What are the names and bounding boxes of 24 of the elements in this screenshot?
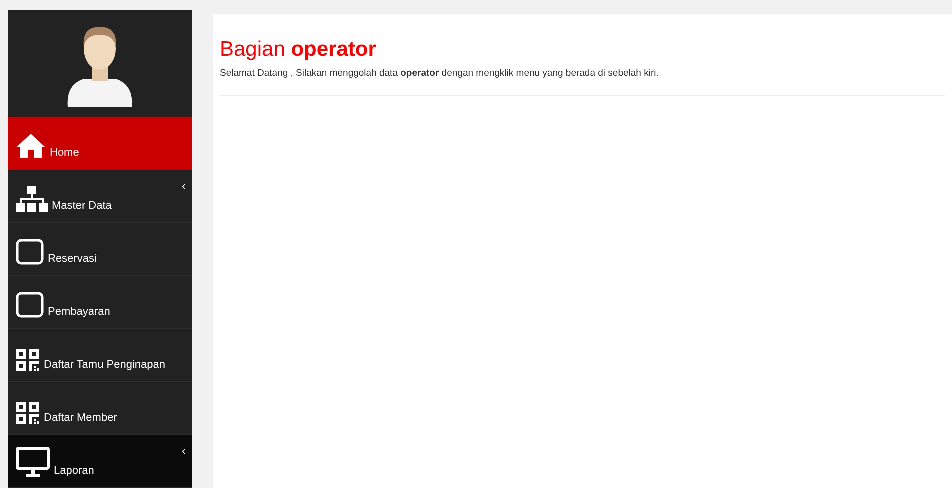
home-icon bbox=[16, 133, 46, 159]
qr-code-icon bbox=[16, 349, 40, 371]
menu-label: Laporan bbox=[54, 465, 94, 477]
page-title: Bagian operator bbox=[220, 38, 378, 62]
menu-item[interactable]: Reservasi bbox=[8, 223, 192, 276]
menu-item[interactable]: Laporan ‹ bbox=[8, 435, 192, 488]
caret-icon: ‹ bbox=[182, 180, 186, 192]
menu-label: Daftar Tamu Penginapan bbox=[44, 359, 166, 371]
monitor-icon bbox=[16, 447, 50, 477]
qr-code-icon bbox=[16, 402, 40, 424]
square-icon bbox=[16, 292, 44, 318]
menu-item[interactable]: Master Data ‹ bbox=[8, 170, 192, 223]
menu-label: Daftar Member bbox=[44, 412, 118, 424]
square-icon bbox=[16, 239, 44, 265]
menu-item[interactable]: Home bbox=[8, 117, 192, 170]
caret-icon: ‹ bbox=[182, 445, 186, 457]
welcome-text: Selamat Datang , Silakan menggolah data operator dengan mengklik menu yang berada di sebelah kiri. bbox=[220, 68, 660, 79]
menu-item[interactable]: Pembayaran bbox=[8, 276, 192, 329]
menu-label: Master Data bbox=[52, 200, 112, 212]
menu-label: Home bbox=[50, 147, 80, 159]
menu-item[interactable]: Daftar Tamu Penginapan bbox=[8, 329, 192, 382]
sitemap-icon bbox=[16, 186, 48, 212]
menu-label: Reservasi bbox=[48, 253, 97, 265]
menu-label: Pembayaran bbox=[48, 306, 110, 318]
